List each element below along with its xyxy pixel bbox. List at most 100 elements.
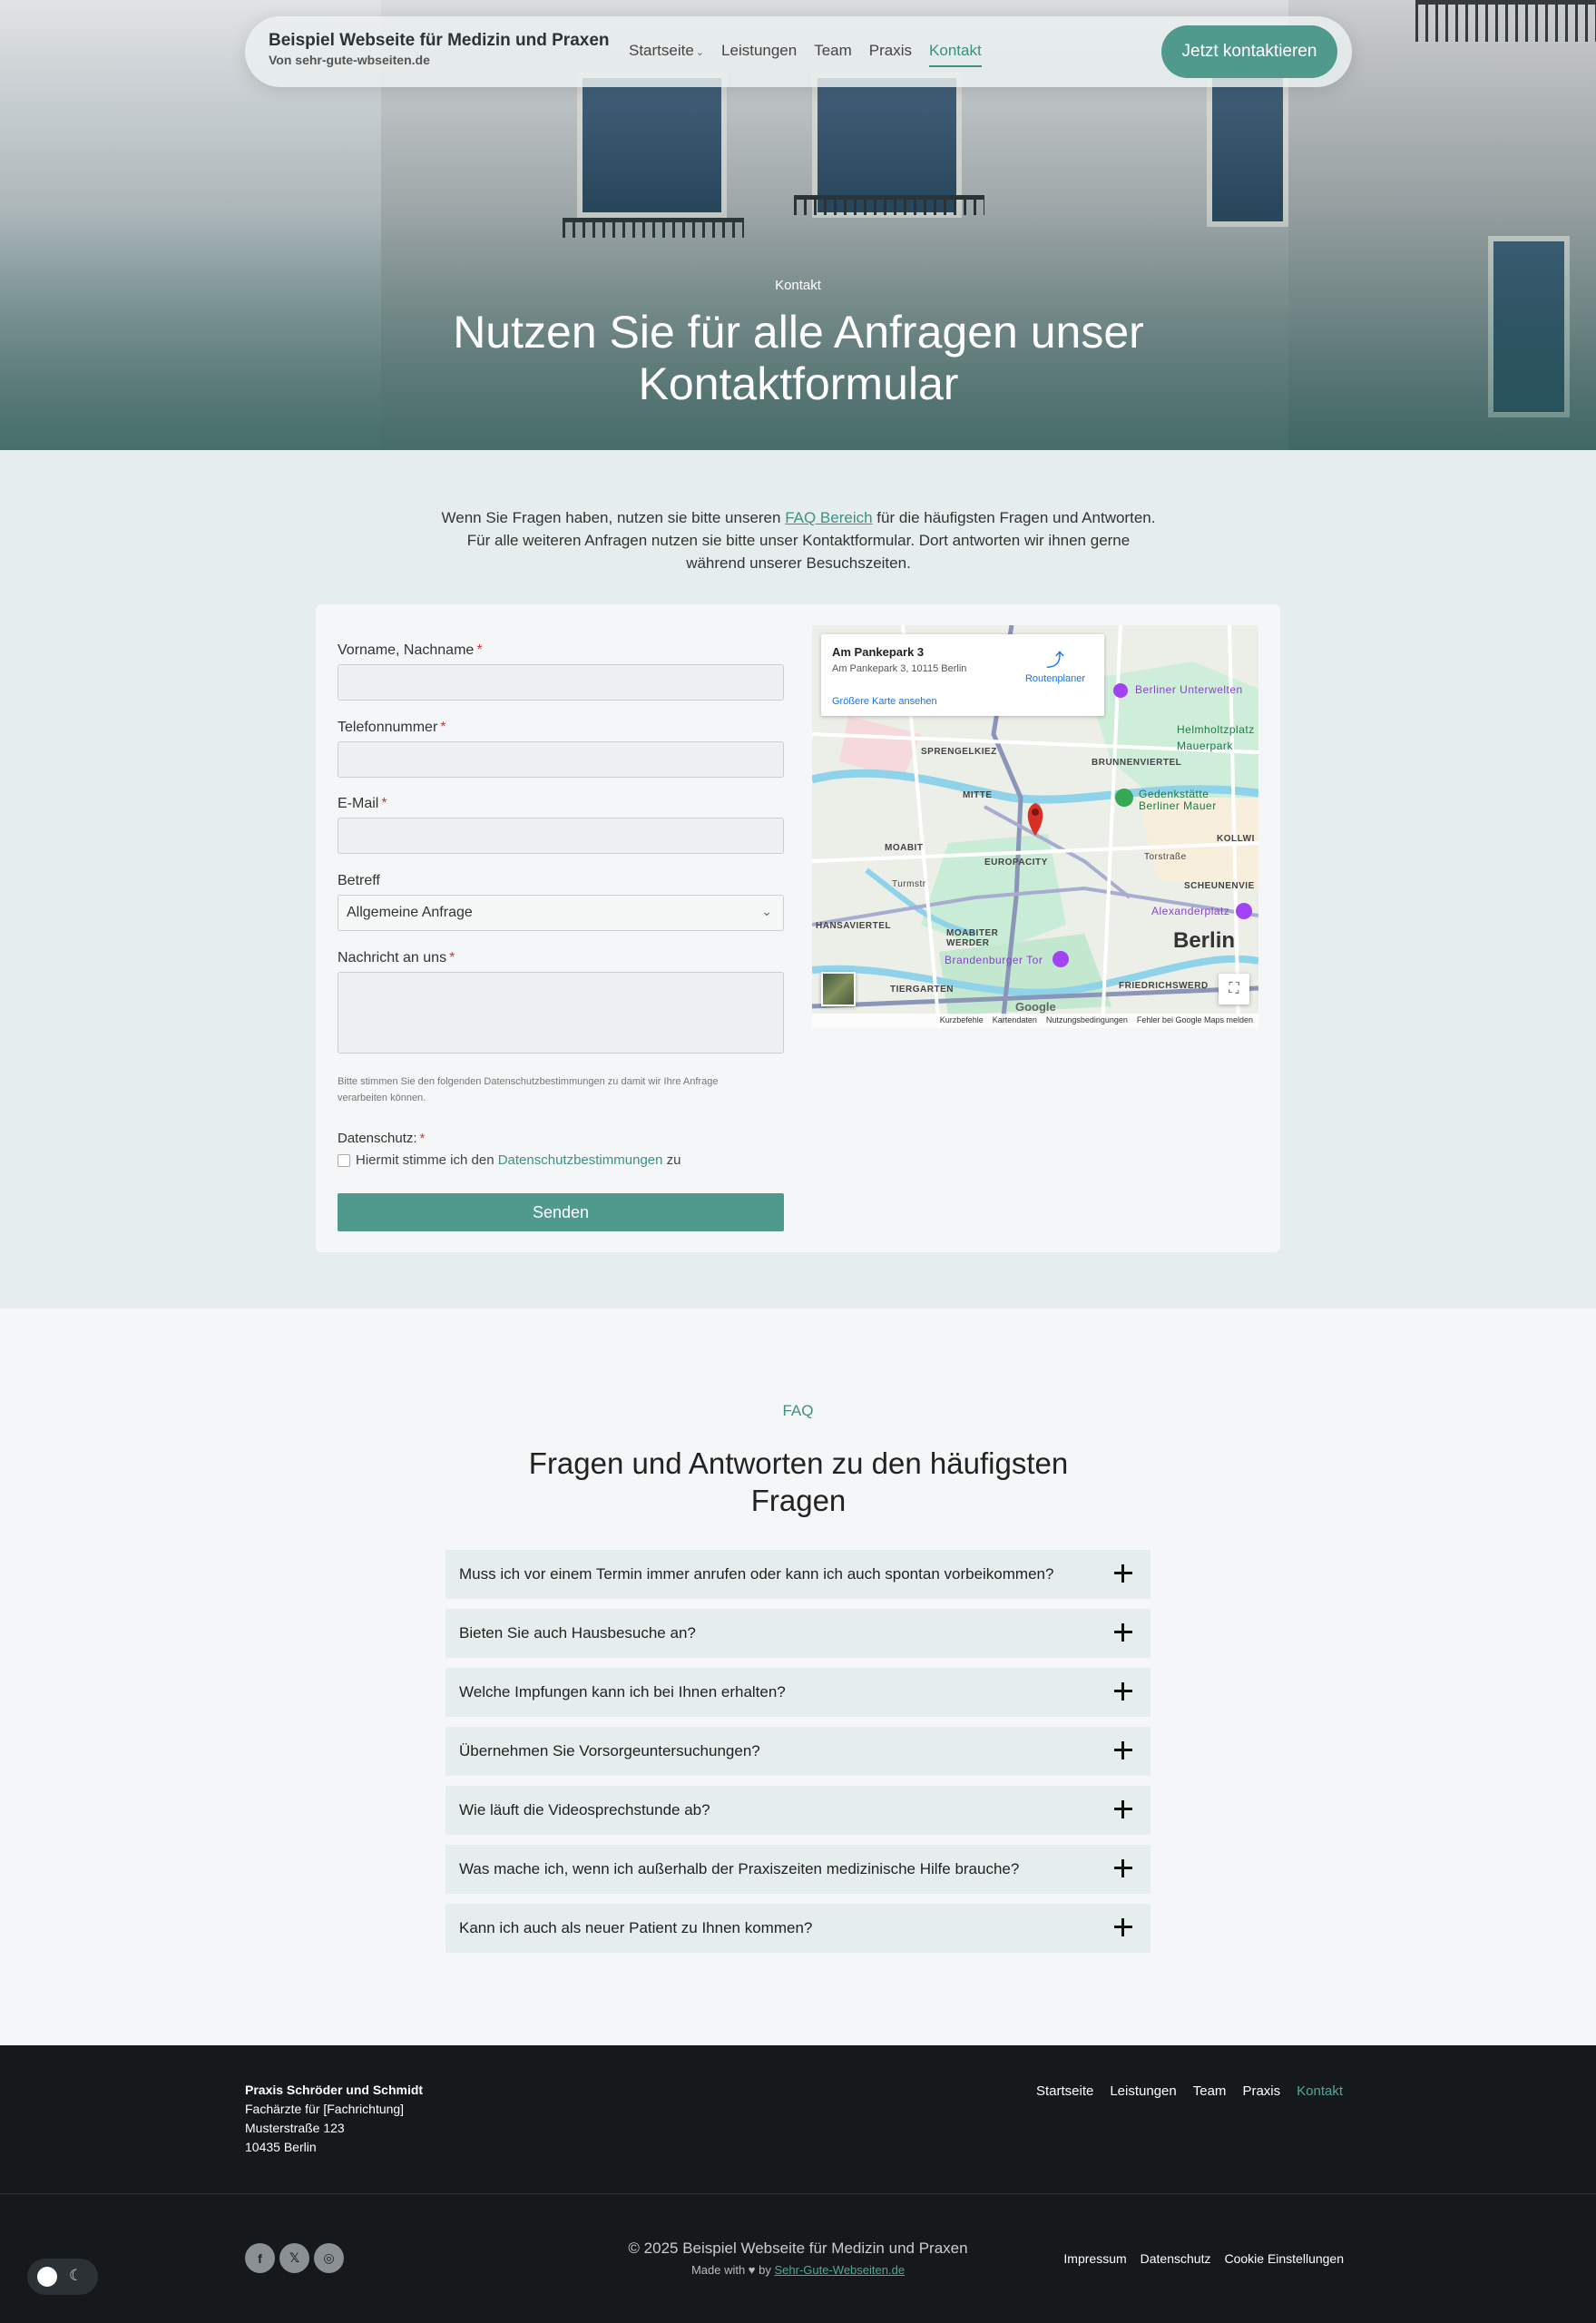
map-label-tiergarten: TIERGARTEN (890, 985, 954, 995)
map-poi-mauerpark[interactable]: Mauerpark (1177, 740, 1233, 752)
main-nav: Startseite ⌄ Leistungen Team Praxis Konta… (629, 42, 982, 67)
google-logo: Google (1015, 1000, 1056, 1014)
footer-divider (0, 2193, 1596, 2194)
nav-item-leistungen[interactable]: Leistungen (721, 42, 797, 67)
made-with-link[interactable]: Sehr-Gute-Webseiten.de (774, 2263, 905, 2277)
phone-field[interactable] (338, 741, 784, 778)
map-label-moabit: MOABIT (885, 843, 924, 853)
faq-item[interactable]: Bieten Sie auch Hausbesuche an? (446, 1609, 1150, 1658)
plus-icon (1111, 1738, 1136, 1763)
nav-item-kontakt[interactable]: Kontakt (929, 42, 982, 67)
faq-link[interactable]: FAQ Bereich (785, 509, 872, 526)
plus-icon (1111, 1797, 1136, 1822)
faq-item[interactable]: Kann ich auch als neuer Patient zu Ihnen… (446, 1904, 1150, 1953)
message-label: Nachricht an uns * (338, 950, 455, 966)
required-mark: * (419, 1131, 426, 1146)
moon-icon: ☾ (69, 2267, 83, 2284)
larger-map-link[interactable]: Größere Karte ansehen (832, 696, 937, 707)
google-map[interactable]: MITTE EUROPACITY MOABIT SPRENGELKIEZ BRU… (812, 625, 1258, 1028)
map-report-link[interactable]: Fehler bei Google Maps melden (1137, 1015, 1253, 1026)
map-label-europacity: EUROPACITY (984, 858, 1048, 867)
footer-city: 10435 Berlin (245, 2140, 317, 2154)
contact-cta-button[interactable]: Jetzt kontaktieren (1161, 25, 1337, 78)
faq-item[interactable]: Welche Impfungen kann ich bei Ihnen erha… (446, 1668, 1150, 1717)
footer-practice-name: Praxis Schröder und Schmidt (245, 2083, 424, 2097)
privacy-label: Datenschutz: * (338, 1131, 425, 1146)
made-with-text: Made with ♥ by (690, 2263, 775, 2277)
copyright: © 2025 Beispiel Webseite für Medizin und… (628, 2240, 968, 2257)
message-textarea[interactable] (338, 972, 784, 1054)
map-data-link[interactable]: Kartendaten (993, 1015, 1037, 1026)
fullscreen-icon[interactable]: ⛶ (1219, 974, 1249, 1005)
legal-links: Impressum Datenschutz Cookie Einstellung… (1063, 2251, 1344, 2266)
label-text: Datenschutz: (338, 1131, 417, 1146)
directions-icon: ⤴ (1046, 651, 1064, 671)
chevron-down-icon: ⌄ (695, 47, 705, 58)
footer-nav-team[interactable]: Team (1193, 2083, 1227, 2099)
footer-nav: Startseite Leistungen Team Praxis Kontak… (1036, 2083, 1343, 2099)
privacy-policy-link[interactable]: Datenschutzbestimmungen (498, 1152, 663, 1168)
map-label-kollwi: KOLLWI (1217, 834, 1255, 844)
map-terms-link[interactable]: Nutzungsbedingungen (1046, 1015, 1128, 1026)
map-label-brunnenviertel: BRUNNENVIERTEL (1092, 758, 1182, 768)
directions-label: Routenplaner (1024, 673, 1086, 684)
intro-text: Wenn Sie Fragen haben, nutzen sie bitte … (441, 509, 786, 526)
footer-specialty: Fachärzte für [Fachrichtung] (245, 2102, 405, 2116)
footer-nav-startseite[interactable]: Startseite (1036, 2083, 1093, 2099)
consent-text: Hiermit stimme ich den Datenschutzbestim… (356, 1152, 681, 1168)
datenschutz-link[interactable]: Datenschutz (1141, 2251, 1211, 2266)
faq-item[interactable]: Übernehmen Sie Vorsorgeuntersuchungen? (446, 1727, 1150, 1776)
map-place-address: Am Pankepark 3, 10115 Berlin (832, 663, 967, 674)
faq-question: Was mache ich, wenn ich außerhalb der Pr… (459, 1860, 1020, 1877)
footer-nav-leistungen[interactable]: Leistungen (1110, 2083, 1176, 2099)
nav-item-team[interactable]: Team (814, 42, 852, 67)
name-label: Vorname, Nachname * (338, 642, 483, 659)
label-text: Telefonnummer (338, 720, 438, 735)
subject-select[interactable]: Allgemeine Anfrage ⌄ (338, 895, 784, 931)
contact-card: Vorname, Nachname * Telefonnummer * E-Mail… (316, 604, 1280, 1252)
email-field[interactable] (338, 818, 784, 854)
faq-question: Bieten Sie auch Hausbesuche an? (459, 1624, 696, 1642)
map-shortcuts-link[interactable]: Kurzbefehle (940, 1015, 984, 1026)
faq-question: Welche Impfungen kann ich bei Ihnen erha… (459, 1683, 786, 1701)
satellite-toggle[interactable] (821, 972, 856, 1006)
footer-address: Praxis Schröder und Schmidt Fachärzte fü… (245, 2081, 423, 2157)
label-text: Nachricht an uns (338, 950, 447, 965)
faq-question: Kann ich auch als neuer Patient zu Ihnen… (459, 1919, 813, 1936)
required-mark: * (440, 720, 446, 735)
site-header: Beispiel Webseite für Medizin und Praxen… (245, 16, 1352, 87)
map-poi-helmholtzplatz[interactable]: Helmholtzplatz (1177, 723, 1255, 736)
map-label-sprengelkiez: SPRENGELKIEZ (921, 747, 997, 757)
consent-checkbox[interactable] (338, 1153, 350, 1167)
plus-icon (1111, 1620, 1136, 1645)
name-field[interactable] (338, 664, 784, 701)
faq-item[interactable]: Was mache ich, wenn ich außerhalb der Pr… (446, 1845, 1150, 1894)
submit-button[interactable]: Senden (338, 1193, 784, 1231)
map-poi-brandenburger-tor[interactable]: Brandenburger Tor (945, 954, 1043, 966)
faq-kicker: FAQ (782, 1402, 814, 1419)
cookie-settings-link[interactable]: Cookie Einstellungen (1224, 2251, 1344, 2266)
site-footer: Praxis Schröder und Schmidt Fachärzte fü… (0, 2045, 1596, 2323)
map-poi-unterwelten[interactable]: Berliner Unterwelten (1135, 683, 1243, 696)
map-label-turmstr: Turmstr (892, 879, 926, 889)
map-label-mitte: MITTE (963, 790, 993, 800)
impressum-link[interactable]: Impressum (1063, 2251, 1126, 2266)
required-mark: * (381, 796, 387, 811)
subject-label: Betreff (338, 873, 380, 888)
footer-nav-kontakt[interactable]: Kontakt (1297, 2083, 1343, 2099)
nav-item-startseite[interactable]: Startseite ⌄ (629, 42, 704, 67)
brand-title[interactable]: Beispiel Webseite für Medizin und Praxen (269, 31, 610, 51)
nav-item-praxis[interactable]: Praxis (869, 42, 912, 67)
required-mark: * (476, 642, 483, 658)
faq-section: FAQ Fragen und Antworten zu den häufigst… (0, 1309, 1596, 2045)
map-poi-gedenkstaette[interactable]: Gedenkstätte Berliner Mauer (1139, 789, 1239, 812)
map-info-window: Am Pankepark 3 Am Pankepark 3, 10115 Ber… (821, 634, 1104, 716)
directions-button[interactable]: ⤴ Routenplaner (1023, 645, 1088, 684)
hero-title: Nutzen Sie für alle Anfragen unser Konta… (453, 307, 1144, 409)
faq-item[interactable]: Wie läuft die Videosprechstunde ab? (446, 1786, 1150, 1835)
map-poi-alexanderplatz[interactable]: Alexanderplatz (1151, 905, 1229, 917)
footer-nav-praxis[interactable]: Praxis (1242, 2083, 1280, 2099)
dark-mode-toggle[interactable]: ☾ (27, 2259, 98, 2295)
chevron-down-icon: ⌄ (761, 904, 772, 918)
faq-item[interactable]: Muss ich vor einem Termin immer anrufen … (446, 1550, 1150, 1599)
